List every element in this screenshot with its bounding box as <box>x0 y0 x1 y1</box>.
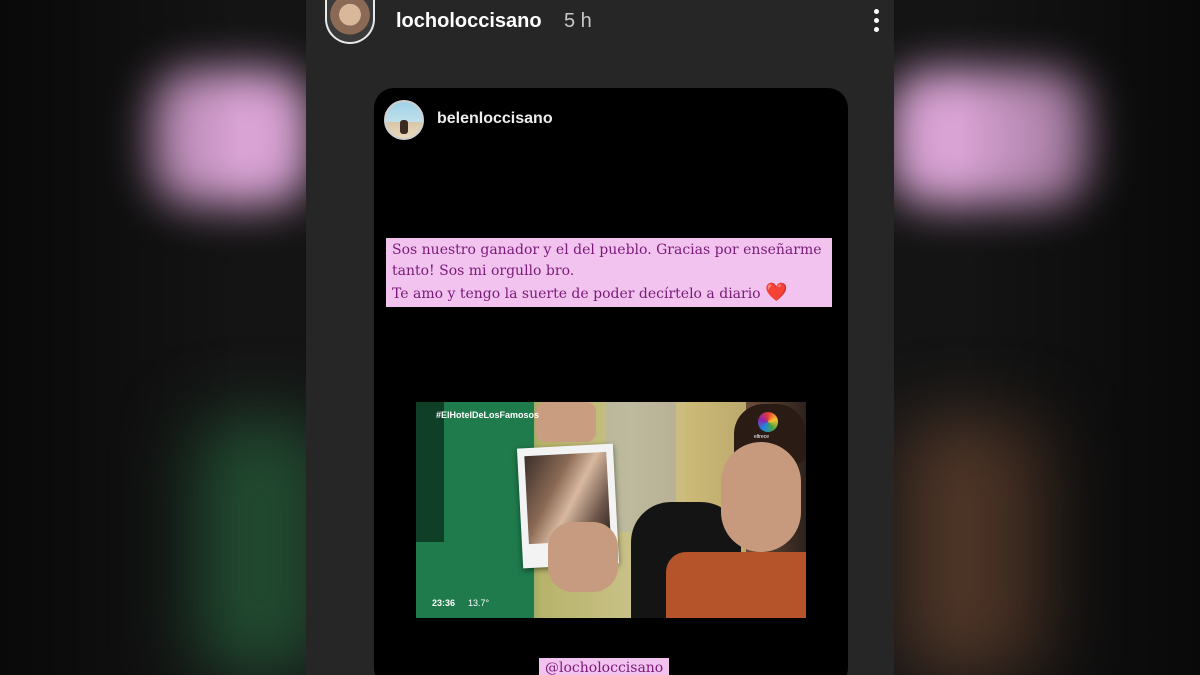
scene-shape <box>416 402 444 542</box>
tv-temperature: 13.7° <box>468 598 490 608</box>
post-author-username[interactable]: belenloccisano <box>437 110 553 128</box>
story-timestamp: 5 h <box>564 10 592 32</box>
avatar-figure <box>400 120 408 134</box>
caption-line: tanto! Sos mi orgullo bro. <box>392 263 575 279</box>
story-username[interactable]: locholoccisano <box>396 10 542 33</box>
caption-line-text: Te amo y tengo la suerte de poder decírt… <box>392 286 761 302</box>
tv-clock: 23:36 <box>432 598 456 608</box>
channel-name: eltrece <box>754 434 770 440</box>
scene-shape <box>548 522 618 592</box>
tv-screenshot: #ElHotelDeLosFamosos eltrece 23:36 13.7° <box>416 402 806 618</box>
scene-shape <box>721 442 801 552</box>
scene-shape <box>666 552 806 618</box>
post-caption: Sos nuestro ganador y el del pueblo. Gra… <box>386 238 832 307</box>
post-author-avatar[interactable] <box>384 100 424 140</box>
shared-post-card[interactable]: belenloccisano Sos nuestro ganador y el … <box>374 88 848 675</box>
scene-shape <box>536 402 596 442</box>
story-header: locholoccisano 5 h <box>306 0 894 44</box>
channel-logo-icon <box>758 412 778 432</box>
mention-sticker[interactable]: @locholoccisano <box>539 658 670 675</box>
caption-line: Te amo y tengo la suerte de poder decírt… <box>392 282 826 305</box>
heart-icon: ❤️ <box>765 282 788 303</box>
caption-line: Sos nuestro ganador y el del pueblo. Gra… <box>392 242 822 258</box>
tv-hashtag: #ElHotelDeLosFamosos <box>436 410 540 420</box>
profile-avatar[interactable] <box>325 0 375 44</box>
story-panel: locholoccisano 5 h belenloccisano Sos nu… <box>306 0 894 675</box>
more-vertical-icon[interactable] <box>866 6 886 36</box>
